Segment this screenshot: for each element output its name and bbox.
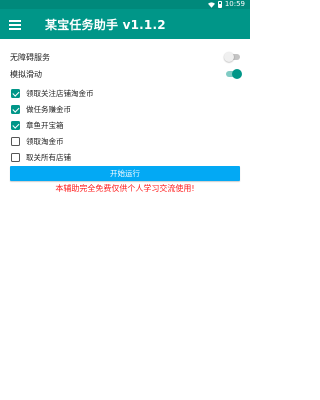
switch-row-simulate-swipe: 模拟滑动 — [10, 66, 242, 82]
wifi-icon — [207, 1, 215, 8]
app-title: 某宝任务助手 v1.1.2 — [45, 17, 166, 32]
status-indicators: 10:59 — [207, 0, 245, 9]
switch-row-accessibility-service: 无障碍服务 — [10, 49, 242, 65]
task-label: 取关所有店铺 — [26, 153, 71, 162]
task-label: 章鱼开宝箱 — [26, 121, 64, 130]
task-checkbox-row[interactable]: 领取淘金币 — [11, 135, 64, 148]
menu-icon[interactable] — [9, 19, 21, 30]
status-time: 10:59 — [224, 0, 245, 8]
task-checkbox[interactable] — [11, 137, 20, 146]
task-checkbox-row[interactable]: 章鱼开宝箱 — [11, 119, 64, 132]
task-label: 领取淘金币 — [26, 137, 64, 146]
task-checkbox[interactable] — [11, 105, 20, 114]
disclaimer-text: 本辅助完全免费仅供个人学习交流使用! — [55, 184, 195, 193]
status-bar: 10:59 — [0, 0, 250, 9]
switch-label: 无障碍服务 — [10, 52, 50, 62]
task-checkbox[interactable] — [11, 153, 20, 162]
task-label: 领取关注店铺淘金币 — [26, 89, 94, 98]
task-label: 做任务赚金币 — [26, 105, 71, 114]
task-checkbox-row[interactable]: 做任务赚金币 — [11, 103, 71, 116]
task-checkbox-row[interactable]: 领取关注店铺淘金币 — [11, 87, 94, 100]
accessibility-service-switch[interactable] — [224, 52, 242, 62]
task-checkbox[interactable] — [11, 89, 20, 98]
task-checkbox[interactable] — [11, 121, 20, 130]
app-bar: 某宝任务助手 v1.1.2 — [0, 9, 250, 39]
start-button[interactable]: 开始运行 — [10, 166, 240, 181]
task-checkbox-row[interactable]: 取关所有店铺 — [11, 151, 71, 164]
simulate-swipe-switch[interactable] — [224, 69, 242, 79]
battery-icon — [217, 1, 222, 8]
switch-label: 模拟滑动 — [10, 69, 42, 79]
